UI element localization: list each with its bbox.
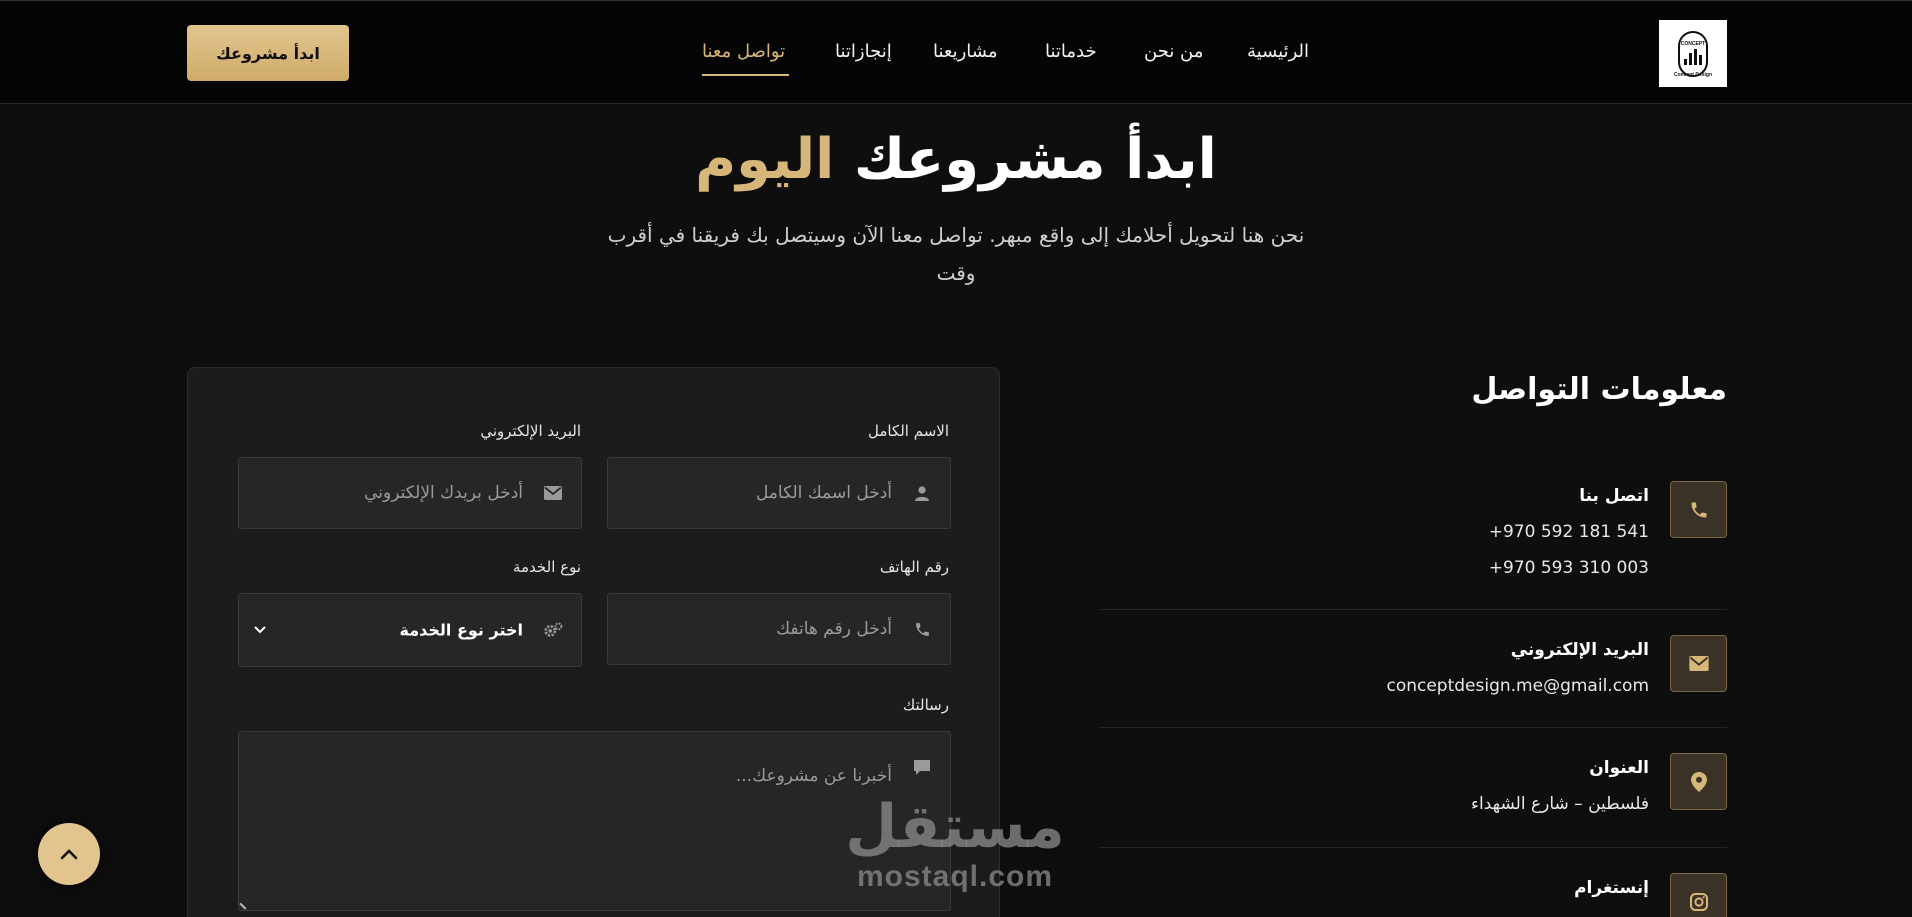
back-to-top-button[interactable] bbox=[38, 823, 100, 885]
top-navbar: CONCEPT Concept Design الرئيسية من نحن خ… bbox=[0, 0, 1912, 104]
message-label: رسالتك bbox=[902, 696, 949, 714]
contact-email-label: البريد الإلكتروني bbox=[1510, 640, 1649, 660]
logo-name: Concept Design bbox=[1673, 72, 1713, 78]
phone-field[interactable]: أدخل رقم هاتفك bbox=[607, 593, 951, 665]
name-placeholder: أدخل اسمك الكامل bbox=[755, 483, 892, 503]
map-pin-icon bbox=[1670, 753, 1727, 810]
page-title: ابدأ مشروعك اليوم bbox=[0, 124, 1912, 196]
message-placeholder: أخبرنا عن مشروعك... bbox=[735, 766, 892, 786]
watermark-arabic: مستقل bbox=[845, 792, 1065, 862]
phone-label: رقم الهاتف bbox=[879, 558, 949, 576]
email-placeholder: أدخل بريدك الإلكتروني bbox=[364, 483, 523, 503]
resize-grip-icon[interactable] bbox=[239, 898, 251, 910]
active-nav-underline bbox=[702, 74, 789, 76]
contact-info-title: معلومات التواصل bbox=[1471, 372, 1727, 407]
title-accent: اليوم bbox=[695, 127, 835, 192]
phone-icon bbox=[1670, 481, 1727, 538]
mostaql-watermark: مستقل mostaql.com bbox=[830, 795, 1080, 895]
site-logo[interactable]: CONCEPT Concept Design bbox=[1659, 20, 1727, 87]
contact-address-value: فلسطين – شارع الشهداء bbox=[1471, 794, 1649, 814]
contact-phone-row: اتصل بنا +970 592 181 541 +970 593 310 0… bbox=[1099, 470, 1727, 610]
nav-link-projects[interactable]: مشاريعنا bbox=[933, 41, 998, 62]
name-field[interactable]: أدخل اسمك الكامل bbox=[607, 457, 951, 529]
nav-link-achievements[interactable]: إنجازاتنا bbox=[835, 41, 892, 62]
phone-icon bbox=[912, 619, 932, 639]
chevron-down-icon bbox=[253, 623, 267, 637]
contact-instagram-row: إنستغرام bbox=[1099, 848, 1727, 917]
start-project-button[interactable]: ابدأ مشروعك bbox=[187, 25, 349, 81]
envelope-icon bbox=[543, 483, 563, 503]
nav-link-contact[interactable]: تواصل معنا bbox=[702, 41, 785, 62]
service-selected-value: اختر نوع الخدمة bbox=[399, 620, 523, 640]
arrow-up-icon bbox=[60, 845, 78, 864]
service-select[interactable]: اختر نوع الخدمة bbox=[238, 593, 582, 667]
contact-email-value[interactable]: conceptdesign.me@gmail.com bbox=[1386, 676, 1649, 696]
page-subtitle: نحن هنا لتحويل أحلامك إلى واقع مبهر. توا… bbox=[607, 223, 1305, 285]
email-field[interactable]: أدخل بريدك الإلكتروني bbox=[238, 457, 582, 529]
contact-phone-2[interactable]: +970 593 310 003 bbox=[1489, 558, 1649, 578]
contact-address-row: العنوان فلسطين – شارع الشهداء bbox=[1099, 728, 1727, 848]
nav-link-services[interactable]: خدماتنا bbox=[1045, 41, 1097, 62]
nav-link-about[interactable]: من نحن bbox=[1144, 41, 1203, 62]
gears-icon bbox=[543, 620, 563, 640]
watermark-latin: mostaql.com bbox=[856, 860, 1054, 893]
contact-instagram-label: إنستغرام bbox=[1574, 878, 1649, 898]
contact-email-row: البريد الإلكتروني conceptdesign.me@gmail… bbox=[1099, 610, 1727, 728]
service-label: نوع الخدمة bbox=[512, 558, 581, 576]
contact-phone-label: اتصل بنا bbox=[1579, 486, 1649, 506]
user-icon bbox=[912, 483, 932, 503]
instagram-icon[interactable] bbox=[1670, 873, 1727, 917]
comment-icon bbox=[912, 758, 932, 778]
name-label: الاسم الكامل bbox=[867, 422, 949, 440]
envelope-icon bbox=[1670, 635, 1727, 692]
phone-placeholder: أدخل رقم هاتفك bbox=[776, 619, 892, 639]
logo-emblem: CONCEPT bbox=[1678, 30, 1708, 77]
title-main: ابدأ مشروعك bbox=[853, 127, 1217, 192]
nav-link-home[interactable]: الرئيسية bbox=[1247, 41, 1309, 62]
contact-phone-1[interactable]: +970 592 181 541 bbox=[1489, 522, 1649, 542]
contact-address-label: العنوان bbox=[1589, 758, 1649, 778]
email-label: البريد الإلكتروني bbox=[480, 422, 581, 440]
logo-text: CONCEPT bbox=[1680, 41, 1706, 47]
